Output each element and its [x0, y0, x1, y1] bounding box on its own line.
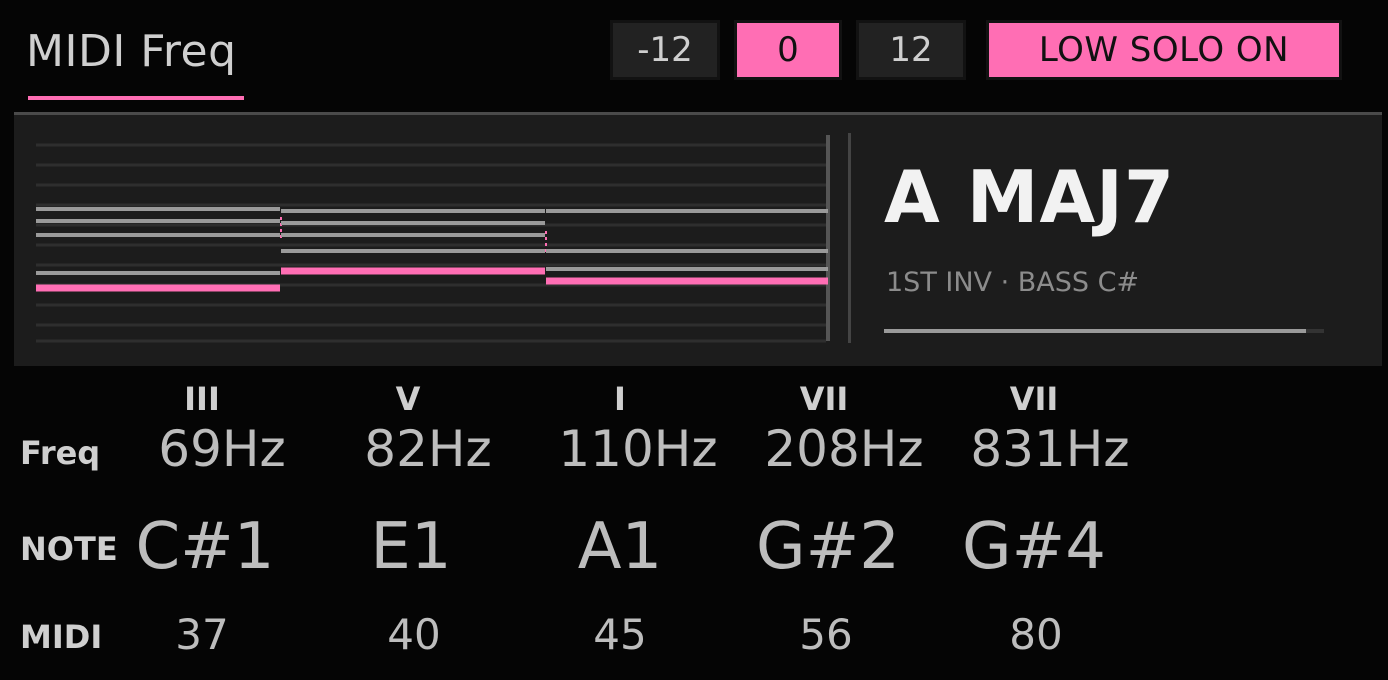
- freq-cell: 110Hz: [558, 420, 718, 478]
- note-cell: G#2: [756, 510, 900, 584]
- degree-cell: V: [395, 380, 421, 418]
- freq-cell: 69Hz: [158, 420, 286, 478]
- transpose-plus-12-button[interactable]: 12: [856, 20, 966, 80]
- device-title: MIDI Freq: [26, 26, 237, 77]
- midi-cell: 80: [1009, 610, 1063, 659]
- chord-panel: A MAJ7 1ST INV · BASS C#: [14, 112, 1382, 366]
- degree-cell: I: [614, 380, 626, 418]
- degree-cell: VII: [799, 380, 849, 418]
- degree-cell: VII: [1009, 380, 1059, 418]
- freq-cell: 831Hz: [970, 420, 1130, 478]
- transpose-0-button[interactable]: 0: [734, 20, 842, 80]
- degree-cell: III: [184, 380, 220, 418]
- midi-freq-device: MIDI Freq -12 0 12 LOW SOLO ON A MAJ7 1S…: [0, 0, 1388, 680]
- panel-divider: [848, 133, 851, 343]
- low-solo-button[interactable]: LOW SOLO ON: [986, 20, 1342, 80]
- midi-cell: 45: [593, 610, 647, 659]
- note-cell: A1: [577, 510, 663, 584]
- midi-cell: 40: [387, 610, 441, 659]
- chord-progress-bar: [884, 329, 1324, 333]
- title-underline: [28, 96, 244, 100]
- roll-notes-chord-1: [36, 207, 280, 275]
- freq-cell: 208Hz: [764, 420, 924, 478]
- chord-progress-fill: [884, 329, 1307, 333]
- midi-cell: 37: [175, 610, 229, 659]
- roll-gridlines: [36, 143, 826, 343]
- transpose-minus-12-button[interactable]: -12: [610, 20, 720, 80]
- midi-row-label: MIDI: [20, 618, 103, 656]
- note-row-label: NOTE: [20, 530, 118, 568]
- piano-roll-display: [34, 131, 834, 345]
- chord-name: A MAJ7: [884, 155, 1176, 239]
- note-cell: E1: [370, 510, 452, 584]
- note-cell: C#1: [135, 510, 275, 584]
- note-cell: G#4: [962, 510, 1106, 584]
- roll-notes-chord-3: [546, 209, 828, 271]
- chord-inversion: 1ST INV · BASS C#: [886, 267, 1140, 298]
- piano-roll-svg: [36, 135, 830, 343]
- freq-cell: 82Hz: [364, 420, 492, 478]
- freq-row-label: Freq: [20, 434, 101, 472]
- midi-cell: 56: [799, 610, 853, 659]
